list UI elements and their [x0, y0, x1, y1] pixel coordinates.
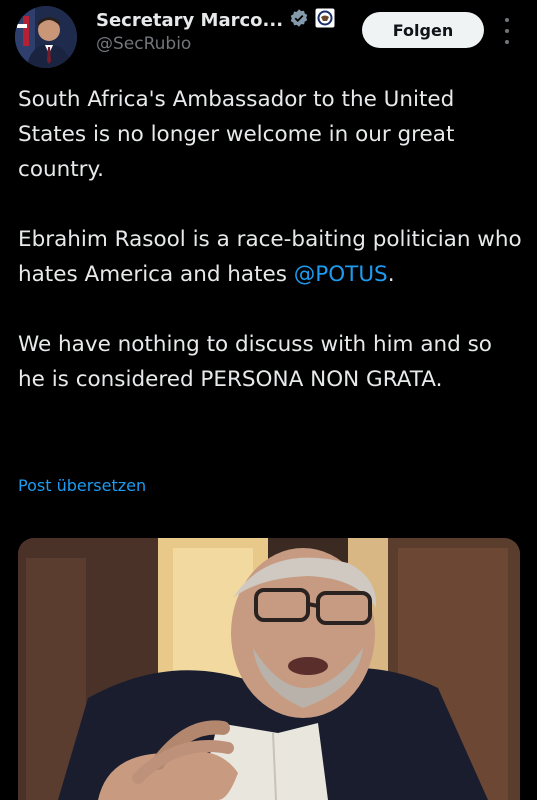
follow-button[interactable]: Folgen: [362, 12, 484, 48]
tweet-paragraph-1: South Africa's Ambassador to the United …: [18, 87, 455, 182]
author-display-name[interactable]: Secretary Marco...: [96, 10, 283, 31]
author-name-row: Secretary Marco...: [96, 8, 335, 32]
author-handle[interactable]: @SecRubio: [96, 34, 191, 54]
avatar-photo: [15, 6, 77, 68]
verified-badge-icon: [289, 8, 309, 32]
media-photo: [18, 538, 520, 800]
state-department-seal-icon: [315, 8, 335, 32]
more-vertical-icon[interactable]: [500, 18, 514, 44]
tweet-paragraph-3: We have nothing to discuss with him and …: [18, 332, 492, 392]
tweet-text: South Africa's Ambassador to the United …: [18, 82, 523, 397]
translate-post-link[interactable]: Post übersetzen: [18, 476, 146, 495]
mention-link[interactable]: @POTUS: [294, 262, 388, 287]
avatar[interactable]: [15, 6, 77, 68]
tweet-media-image[interactable]: [18, 538, 520, 800]
tweet-paragraph-2-text: Ebrahim Rasool is a race-baiting politic…: [18, 227, 522, 287]
tweet-header: Secretary Marco... @SecRubio Folgen: [0, 0, 537, 80]
tweet-paragraph-2: Ebrahim Rasool is a race-baiting politic…: [18, 222, 523, 292]
tweet-paragraph-2-end: .: [387, 262, 395, 287]
